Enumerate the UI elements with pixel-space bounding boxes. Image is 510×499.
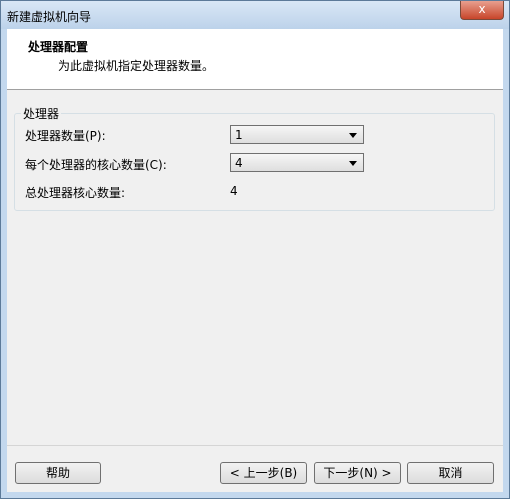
help-button[interactable]: 帮助 (15, 462, 101, 484)
chevron-down-icon (349, 161, 357, 166)
chevron-down-icon (349, 133, 357, 138)
cores-per-processor-select[interactable]: 4 (230, 153, 364, 172)
wizard-body: 处理器配置 为此虚拟机指定处理器数量。 处理器 处理器数量(P): 1 每个处理… (7, 29, 503, 492)
cancel-button[interactable]: 取消 (407, 462, 494, 484)
total-cores-value: 4 (230, 184, 238, 198)
processor-count-value: 1 (235, 128, 243, 142)
wizard-header: 处理器配置 为此虚拟机指定处理器数量。 (7, 29, 503, 90)
back-button[interactable]: < 上一步(B) (220, 462, 307, 484)
processor-group-label: 处理器 (21, 105, 62, 122)
next-button[interactable]: 下一步(N) > (314, 462, 401, 484)
footer-divider (7, 445, 503, 446)
wizard-window: 新建虚拟机向导 x 处理器配置 为此虚拟机指定处理器数量。 处理器 处理器数量(… (0, 0, 510, 499)
processor-count-select[interactable]: 1 (230, 125, 364, 144)
close-icon: x (478, 2, 486, 16)
cores-per-processor-label: 每个处理器的核心数量(C): (25, 158, 167, 172)
title-bar: 新建虚拟机向导 x (1, 1, 509, 29)
window-title: 新建虚拟机向导 (7, 10, 92, 24)
page-subtitle: 为此虚拟机指定处理器数量。 (58, 59, 215, 73)
total-cores-label: 总处理器核心数量: (25, 186, 126, 200)
cores-per-processor-value: 4 (235, 156, 243, 170)
page-title: 处理器配置 (28, 40, 89, 54)
close-button[interactable]: x (460, 1, 504, 20)
processor-count-label: 处理器数量(P): (25, 129, 106, 143)
